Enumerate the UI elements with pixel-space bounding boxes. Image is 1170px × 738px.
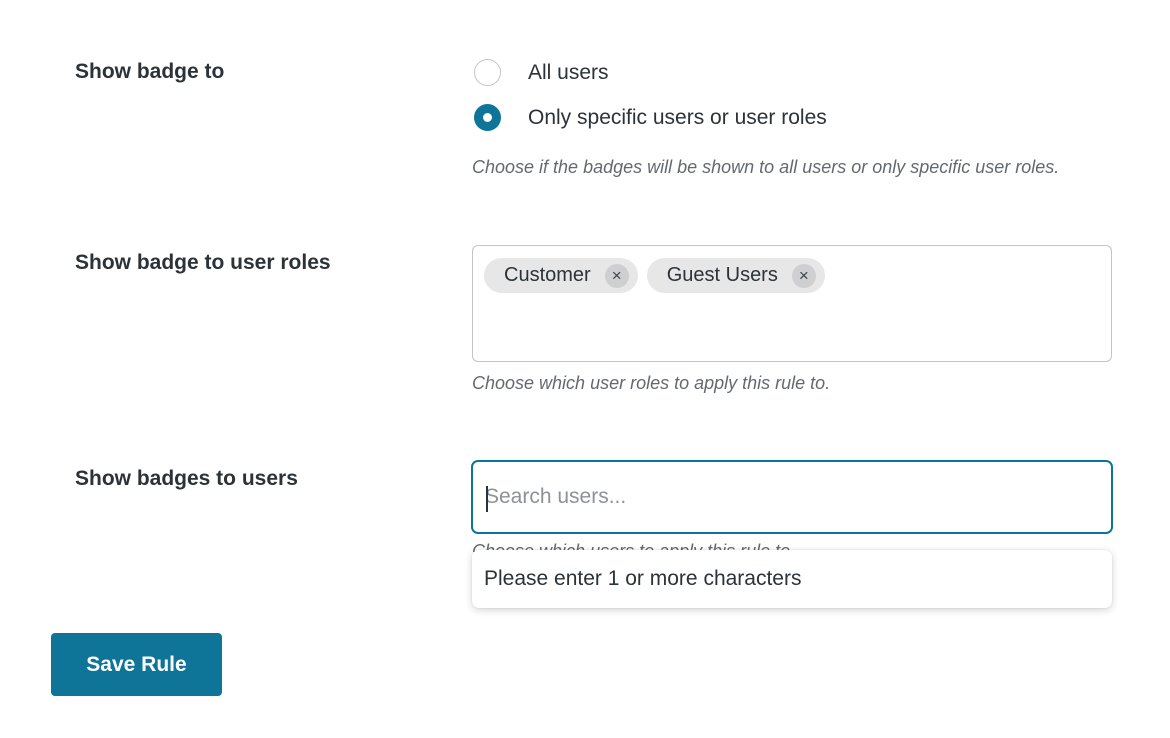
radio-option-specific-users[interactable]: Only specific users or user roles <box>474 104 827 131</box>
user-roles-description: Choose which user roles to apply this ru… <box>472 373 831 393</box>
show-badge-to-description: Choose if the badges will be shown to al… <box>472 157 1060 177</box>
search-users-input[interactable] <box>485 485 1111 509</box>
role-chip-label: Guest Users <box>666 264 778 286</box>
remove-chip-icon[interactable]: × <box>791 263 816 288</box>
users-label: Show badges to users <box>75 467 298 490</box>
text-caret <box>486 486 488 512</box>
radio-checked-dot <box>483 113 492 122</box>
search-results-dropdown: Please enter 1 or more characters <box>472 550 1112 608</box>
role-chip-guest-users: Guest Users × <box>646 258 825 293</box>
user-roles-label: Show badge to user roles <box>75 251 331 274</box>
badge-rule-settings: Show badge to All users Only specific us… <box>0 0 1170 738</box>
remove-chip-icon[interactable]: × <box>604 263 629 288</box>
role-chip-label: Customer <box>504 264 591 286</box>
radio-option-all-users[interactable]: All users <box>474 59 609 86</box>
dropdown-message: Please enter 1 or more characters <box>484 567 802 590</box>
user-roles-multiselect[interactable]: Customer × Guest Users × <box>472 245 1112 362</box>
role-chip-customer: Customer × <box>484 258 638 293</box>
search-users-field[interactable] <box>471 460 1113 534</box>
radio-all-users[interactable] <box>474 59 501 86</box>
radio-all-users-label[interactable]: All users <box>528 61 609 85</box>
radio-specific-users-label[interactable]: Only specific users or user roles <box>528 106 827 130</box>
radio-specific-users[interactable] <box>474 104 501 131</box>
show-badge-to-label: Show badge to <box>75 60 225 83</box>
save-rule-button[interactable]: Save Rule <box>51 633 222 696</box>
